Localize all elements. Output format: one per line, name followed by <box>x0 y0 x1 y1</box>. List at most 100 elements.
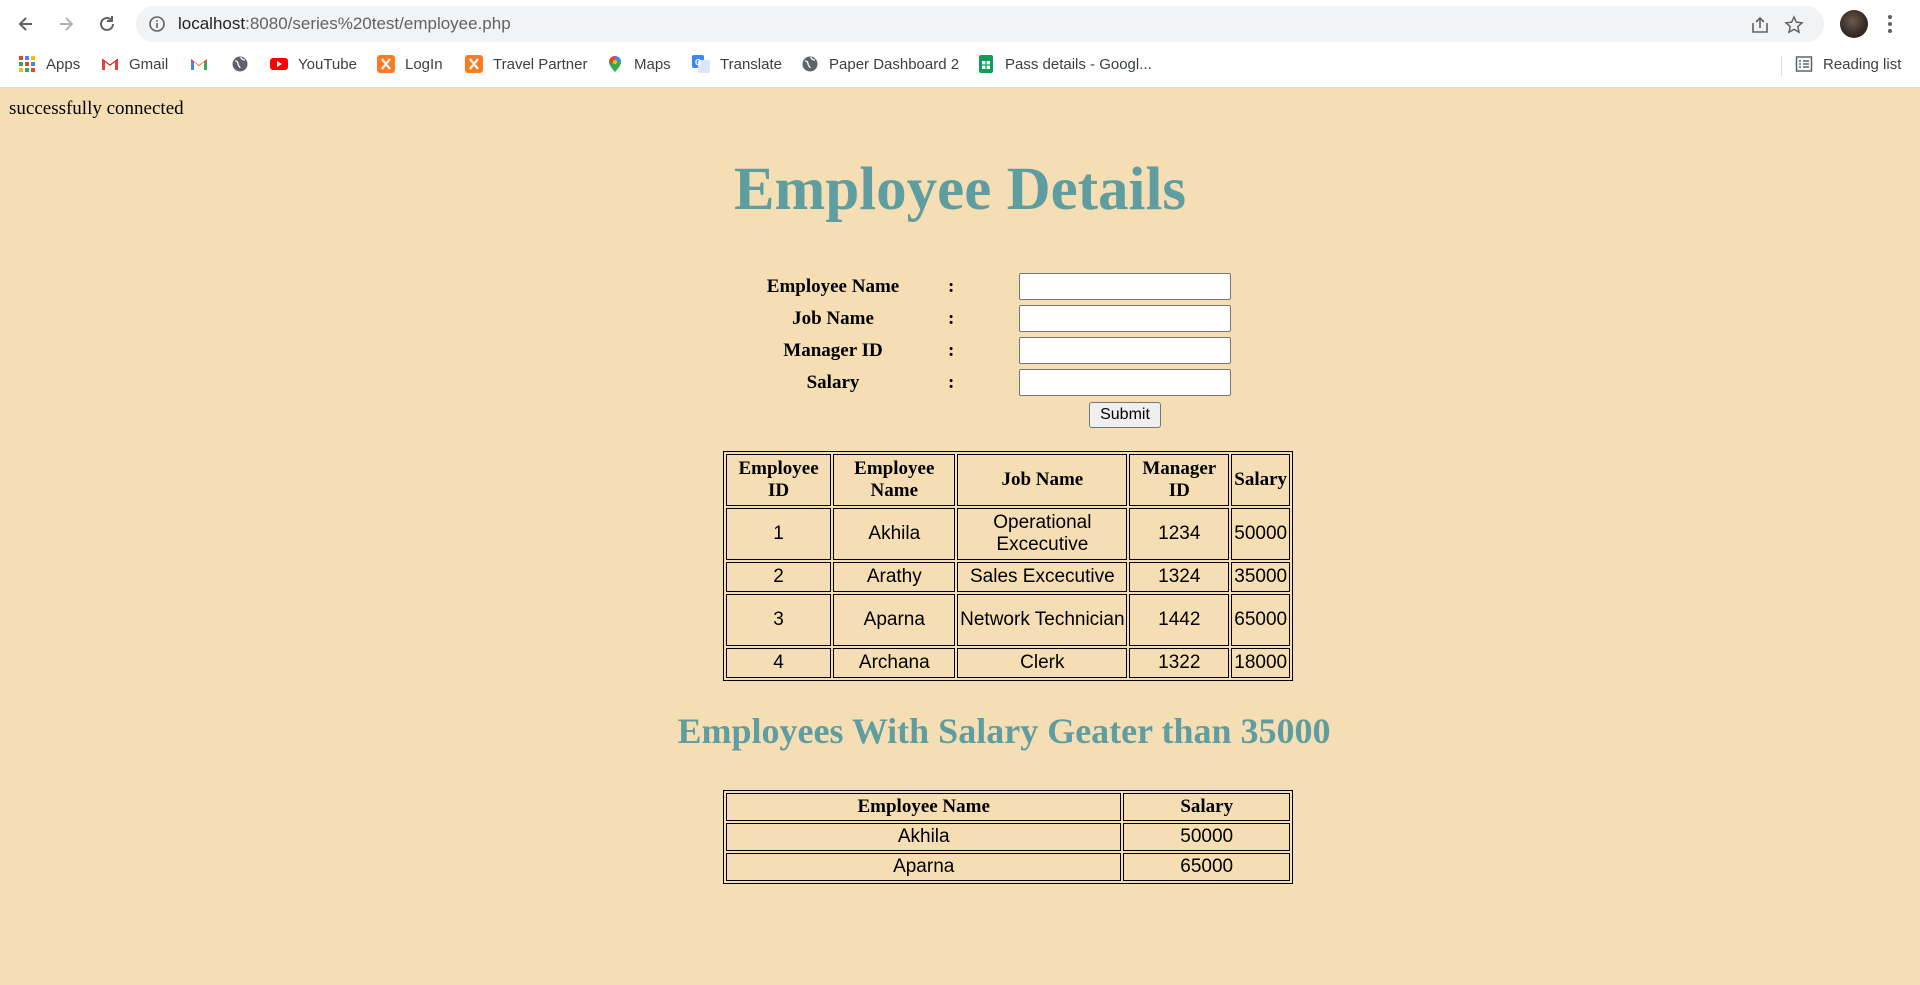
employee-name-input[interactable] <box>1019 273 1231 300</box>
url-text[interactable]: localhost:8080/series%20test/employee.ph… <box>178 6 511 42</box>
column-header: Salary <box>1231 454 1290 506</box>
bookmark-gmail[interactable]: Gmail <box>101 52 168 76</box>
profile-avatar[interactable] <box>1840 10 1868 38</box>
table-header-row: Employee Name Salary <box>726 793 1290 821</box>
table-cell: 3 <box>726 594 832 646</box>
filtered-employees-table: Employee Name Salary Akhila 50000 Aparna… <box>723 790 1293 884</box>
bookmark-label: Pass details - Googl... <box>1005 55 1152 73</box>
table-cell: 35000 <box>1231 562 1290 592</box>
bookmark-translate[interactable]: G Translate <box>692 52 782 76</box>
column-header: Job Name <box>957 454 1128 506</box>
forward-button[interactable] <box>50 8 82 40</box>
bookmark-globe[interactable] <box>231 52 259 76</box>
bookmark-label: Translate <box>720 55 782 73</box>
bookmark-label: YouTube <box>298 55 357 73</box>
table-cell: 1322 <box>1129 648 1230 678</box>
table-row: 1 Akhila Operational Excecutive 1234 500… <box>726 508 1290 560</box>
bookmark-pass-details[interactable]: Pass details - Googl... <box>977 52 1152 76</box>
salary-label: Salary <box>806 372 860 393</box>
apps-grid-icon <box>19 56 35 72</box>
table-cell: 65000 <box>1123 853 1290 881</box>
employee-name-label: Employee Name <box>766 276 900 297</box>
table-cell: 50000 <box>1231 508 1290 560</box>
table-row: 2 Arathy Sales Excecutive 1324 35000 <box>726 562 1290 592</box>
table-cell: Aparna <box>833 594 956 646</box>
bookmark-label: Apps <box>46 55 81 73</box>
browser-toolbar: localhost:8080/series%20test/employee.ph… <box>0 0 1920 48</box>
sheets-icon <box>979 55 993 73</box>
xampp-icon <box>377 55 395 73</box>
submit-button[interactable]: Submit <box>1089 402 1161 428</box>
url-host: localhost <box>178 14 246 33</box>
table-cell: 1234 <box>1129 508 1230 560</box>
reading-list-button[interactable]: Reading list <box>1795 52 1901 76</box>
table-cell: Akhila <box>726 823 1122 851</box>
column-header: Employee Name <box>726 793 1122 821</box>
bookmark-youtube[interactable]: YouTube <box>270 52 357 76</box>
share-icon[interactable] <box>1750 15 1770 35</box>
table-cell: Aparna <box>726 853 1122 881</box>
form-colon: : <box>948 276 955 297</box>
url-path: :8080/series%20test/employee.php <box>245 14 511 33</box>
maps-pin-icon <box>609 56 621 72</box>
job-name-label: Job Name <box>792 308 874 329</box>
form-colon: : <box>948 340 955 361</box>
table-cell: Akhila <box>833 508 956 560</box>
reload-icon <box>100 16 114 31</box>
bookmark-apps[interactable]: Apps <box>18 52 80 76</box>
table-cell: 1 <box>726 508 832 560</box>
site-info-icon[interactable] <box>148 15 166 33</box>
svg-text:G: G <box>695 58 701 67</box>
table-cell: 1442 <box>1129 594 1230 646</box>
job-name-input[interactable] <box>1019 305 1231 332</box>
manager-id-input[interactable] <box>1019 337 1231 364</box>
table-cell: Arathy <box>833 562 956 592</box>
table-row: 3 Aparna Network Technician 1442 65000 <box>726 594 1290 646</box>
bookmarks-bar: Apps Gmail YouTube LogIn Travel Partner … <box>0 48 1920 80</box>
form-colon: : <box>948 308 955 329</box>
address-bar[interactable]: localhost:8080/series%20test/employee.ph… <box>136 6 1824 42</box>
back-button[interactable] <box>10 8 42 40</box>
bookmark-label: Paper Dashboard 2 <box>829 55 960 73</box>
bookmark-maps[interactable]: Maps <box>606 52 671 76</box>
bookmark-gmail-2[interactable] <box>190 52 218 76</box>
bookmark-paper-dashboard[interactable]: Paper Dashboard 2 <box>801 52 959 76</box>
bookmark-label: Travel Partner <box>493 55 588 73</box>
bookmark-login[interactable]: LogIn <box>377 52 443 76</box>
table-cell: 18000 <box>1231 648 1290 678</box>
connection-status: successfully connected <box>9 98 184 119</box>
xampp-icon <box>465 55 483 73</box>
youtube-icon <box>270 58 288 70</box>
browser-chrome: localhost:8080/series%20test/employee.ph… <box>0 0 1920 88</box>
filter-section-title: Employees With Salary Geater than 35000 <box>677 711 1331 751</box>
gmail-icon <box>101 58 119 70</box>
salary-input[interactable] <box>1019 369 1231 396</box>
table-cell: 4 <box>726 648 832 678</box>
column-header: Employee ID <box>726 454 832 506</box>
table-cell: Archana <box>833 648 956 678</box>
reload-button[interactable] <box>91 8 123 40</box>
manager-id-label: Manager ID <box>783 340 883 361</box>
table-cell: 1324 <box>1129 562 1230 592</box>
bookmark-star-icon[interactable] <box>1784 15 1804 35</box>
table-header-row: Employee ID Employee Name Job Name Manag… <box>726 454 1290 506</box>
forward-arrow-icon <box>60 17 74 31</box>
table-row: 4 Archana Clerk 1322 18000 <box>726 648 1290 678</box>
bookmark-travel-partner[interactable]: Travel Partner <box>465 52 587 76</box>
bookmarks-separator <box>1781 56 1782 76</box>
table-cell: 50000 <box>1123 823 1290 851</box>
page-title: Employee Details <box>733 156 1187 223</box>
table-row: Akhila 50000 <box>726 823 1290 851</box>
translate-icon: G <box>692 55 710 73</box>
reading-list-label: Reading list <box>1823 55 1902 73</box>
bookmark-label: Maps <box>634 55 671 73</box>
menu-kebab-icon[interactable] <box>1880 12 1900 36</box>
column-header: Manager ID <box>1129 454 1230 506</box>
globe-icon <box>232 56 248 72</box>
bookmark-label: Gmail <box>129 55 169 73</box>
table-row: Aparna 65000 <box>726 853 1290 881</box>
table-cell: 2 <box>726 562 832 592</box>
gmail-icon <box>191 59 207 70</box>
table-cell: 65000 <box>1231 594 1290 646</box>
form-colon: : <box>948 372 955 393</box>
